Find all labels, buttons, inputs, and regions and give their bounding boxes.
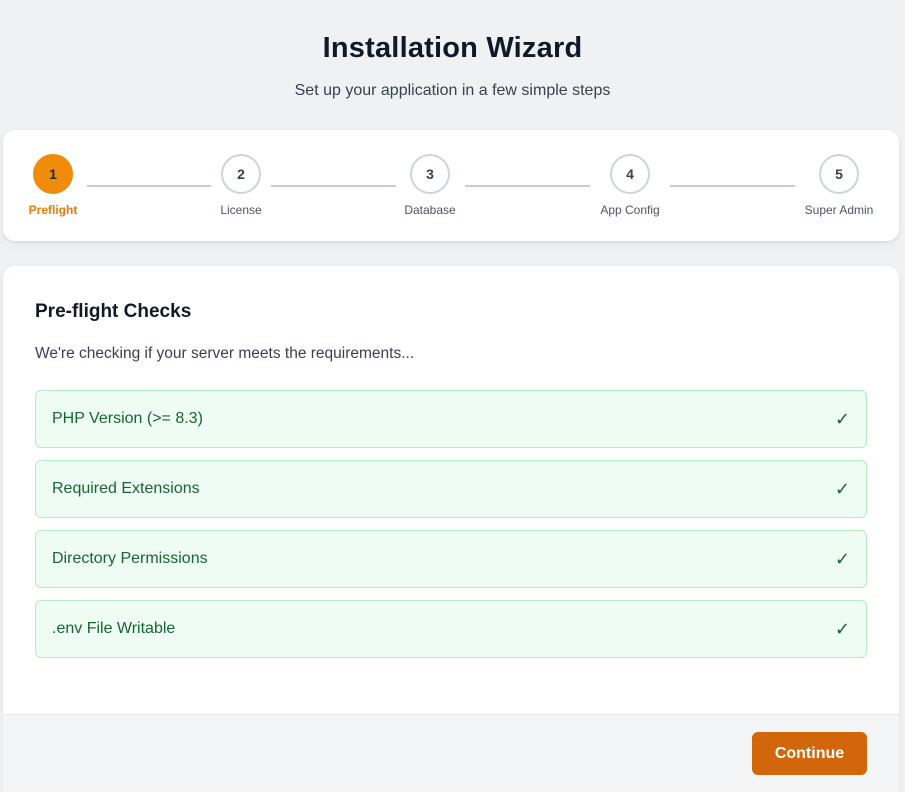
- preflight-card: Pre-flight Checks We're checking if your…: [3, 266, 899, 792]
- checkmark-icon: ✓: [834, 478, 850, 499]
- step-license[interactable]: 2 License: [181, 154, 301, 217]
- step-super-admin[interactable]: 5 Super Admin: [779, 154, 899, 217]
- check-item-php-version: PHP Version (>= 8.3) ✓: [35, 390, 867, 448]
- step-number: 1: [33, 154, 73, 194]
- step-label: App Config: [600, 203, 660, 217]
- check-item-permissions: Directory Permissions ✓: [35, 530, 867, 588]
- continue-button[interactable]: Continue: [752, 732, 867, 775]
- check-label: PHP Version (>= 8.3): [52, 410, 203, 427]
- check-label: .env File Writable: [52, 620, 176, 637]
- checkmark-icon: ✓: [834, 548, 850, 569]
- step-label: Super Admin: [804, 203, 874, 217]
- step-label: Database: [404, 203, 456, 217]
- step-database[interactable]: 3 Database: [370, 154, 490, 217]
- checkmark-icon: ✓: [834, 408, 850, 429]
- page-title: Installation Wizard: [322, 32, 583, 64]
- checkmark-icon: ✓: [834, 618, 850, 639]
- check-item-env-writable: .env File Writable ✓: [35, 600, 867, 658]
- step-number: 5: [819, 154, 859, 194]
- check-list: PHP Version (>= 8.3) ✓ Required Extensio…: [35, 390, 867, 670]
- section-title: Pre-flight Checks: [35, 301, 192, 322]
- page-subtitle: Set up your application in a few simple …: [294, 82, 611, 99]
- step-app-config[interactable]: 4 App Config: [570, 154, 690, 217]
- wizard-header: Installation Wizard Set up your applicat…: [0, 0, 905, 130]
- step-preflight[interactable]: 1 Preflight: [0, 154, 113, 217]
- check-label: Directory Permissions: [52, 550, 208, 567]
- section-description: We're checking if your server meets the …: [35, 345, 415, 362]
- step-label: Preflight: [28, 203, 78, 217]
- step-number: 3: [410, 154, 450, 194]
- stepper: 1 Preflight 2 License 3 Database 4 App C…: [3, 130, 899, 241]
- check-label: Required Extensions: [52, 480, 200, 497]
- card-footer: Continue: [3, 714, 899, 792]
- step-number: 2: [221, 154, 261, 194]
- step-number: 4: [610, 154, 650, 194]
- check-item-extensions: Required Extensions ✓: [35, 460, 867, 518]
- step-label: License: [220, 203, 262, 217]
